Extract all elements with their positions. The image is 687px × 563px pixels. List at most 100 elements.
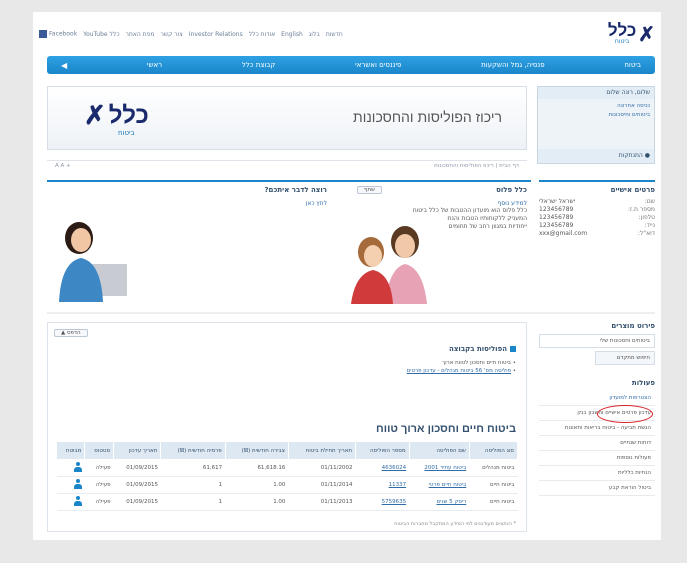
page-banner: ריכוז הפוליסות והחסכונות כלל ✗ ביטוח xyxy=(47,86,527,150)
table-cell-link[interactable]: 5759635 xyxy=(355,493,410,511)
personal-details: פרטים אישיים שם: ישראל ישראלי מספר ת.ז: 12… xyxy=(539,186,655,238)
top-link-contact[interactable]: צור קשר xyxy=(160,31,182,38)
sidebar-link-join[interactable]: הצטרפות למועדון xyxy=(539,391,655,406)
print-button[interactable]: הדפס ▲ xyxy=(54,329,88,337)
detail-value: 123456789 xyxy=(539,214,574,221)
contact-link[interactable]: לחץ כאן xyxy=(207,200,327,207)
promo-club-title: כלל פלוס xyxy=(496,186,527,194)
advanced-search-button[interactable]: חיפוש מתקדם xyxy=(595,351,655,365)
top-link-blog[interactable]: בלוג xyxy=(309,31,320,38)
top-link-english[interactable]: English xyxy=(281,31,303,38)
text-size-tools[interactable]: + A A xyxy=(55,163,71,170)
table-cell: פעילה xyxy=(84,493,114,511)
top-link-investors[interactable]: Investor Relations xyxy=(189,31,243,38)
table-cell: ביטוח חיים xyxy=(469,476,518,494)
promo-desc-line: כלל פלוס הוא מועדון ההטבות של כלל ביטוח xyxy=(412,207,527,214)
promo-contact-title: רוצה לדבר איתכם? xyxy=(264,186,327,194)
detail-row: מספר ת.ז: 123456789 xyxy=(539,206,655,214)
column-header[interactable]: תאריך עדכון xyxy=(113,441,162,460)
sidebar-link-more[interactable]: פעולות נוספות xyxy=(539,451,655,466)
column-header[interactable]: פרמיה חודשית (₪) xyxy=(160,441,226,460)
detail-value: ישראל ישראלי xyxy=(539,198,576,205)
table-cell-link[interactable]: ביטוח עתיד 2001 xyxy=(409,459,470,477)
insured-cell[interactable] xyxy=(56,493,85,511)
column-header[interactable]: תאריך תחילת ביטוח xyxy=(287,441,356,460)
column-header[interactable]: מספר הפוליסה xyxy=(354,441,410,460)
bullet-link: פוליסה מס' 56 ביטוח מנהלים - עדכון פרטים xyxy=(406,368,511,374)
user-box-body: כניסה אחרונה ביטוחים וחיסכונות xyxy=(538,99,654,123)
insured-cell[interactable] xyxy=(56,476,85,494)
table-cell: 01/09/2015 xyxy=(113,493,161,511)
site-logo[interactable]: ✗ כלל ביטוח xyxy=(608,22,655,47)
detail-label: מספר ת.ז: xyxy=(628,206,655,213)
girls-photo xyxy=(327,216,447,304)
top-bar: ✗ כלל ביטוח Facebook YouTube כלל מפת האת… xyxy=(33,18,661,48)
table-cell: 01/09/2015 xyxy=(113,459,161,477)
column-header[interactable]: מבוטח xyxy=(55,441,86,460)
column-header[interactable]: סוג הפוליסה xyxy=(468,441,519,460)
table-cell-link[interactable]: ביטוח חיים פרטי xyxy=(409,476,470,494)
table-cell: 01/11/2013 xyxy=(288,493,356,511)
personal-details-title: פרטים אישיים xyxy=(610,186,655,194)
detail-value: 123456789 xyxy=(539,222,574,229)
table-cell: 01/11/2002 xyxy=(288,459,356,477)
nav-item-group[interactable]: קבוצת כלל xyxy=(242,61,276,69)
top-link-sitemap[interactable]: מפת האתר xyxy=(126,31,155,38)
column-header[interactable]: סטטוס xyxy=(84,441,115,460)
facebook-link[interactable]: Facebook xyxy=(39,30,77,38)
policies-link[interactable]: ביטוחים וחיסכונות xyxy=(542,111,650,120)
bullet-item[interactable]: • פוליסה מס' 56 ביטוח מנהלים - עדכון פרט… xyxy=(407,367,516,375)
page-title: ריכוז הפוליסות והחסכונות xyxy=(353,109,502,125)
user-greeting: שלום, רונה שלום xyxy=(538,87,654,99)
divider xyxy=(47,180,531,182)
table-cell-link[interactable]: 4636024 xyxy=(355,459,410,477)
logout-label: התנתקות xyxy=(618,152,643,159)
sidebar-title: פירוט מוצרים xyxy=(611,322,655,330)
product-select[interactable]: ביטוחים וחסכונות שלי xyxy=(539,334,655,348)
table-cell: 01/11/2014 xyxy=(288,476,356,494)
table-cell: 1 xyxy=(160,493,226,511)
nav-item-insurance[interactable]: ביטוח xyxy=(624,61,641,69)
sidebar-link-claim[interactable]: הגשת תביעה - ביטוח בריאות ותאונות xyxy=(539,421,655,436)
sidebar-link-guidelines[interactable]: הנחיות כלליות xyxy=(539,466,655,481)
sidebar-link-cancel[interactable]: ביטול הוראת קבע xyxy=(539,481,655,496)
share-button[interactable]: שתף xyxy=(357,186,383,194)
table-cell: 1.00 xyxy=(225,476,289,494)
nav-item-main[interactable]: ראשי xyxy=(147,61,162,69)
detail-row: נייד: 123456789 xyxy=(539,222,655,230)
sidebar-link-reports[interactable]: דוחות שנתיים xyxy=(539,436,655,451)
detail-row: דוא"ל: xxx@gmail.com xyxy=(539,230,655,238)
table-cell: 01/09/2015 xyxy=(113,476,161,494)
bullet-item: • ביטוח חיים וחסכון לטווח ארוך xyxy=(442,360,516,366)
promo-contact: רוצה לדבר איתכם? לחץ כאן xyxy=(207,186,327,306)
highlight-circle xyxy=(597,405,653,423)
table-footnote: * הנתונים מעודכנים לפי המידע המתקבל מחבר… xyxy=(394,521,516,527)
table-cell-link[interactable]: ריסק 5 שנים xyxy=(409,493,470,511)
top-link-about[interactable]: אודות כלל xyxy=(249,31,275,38)
last-login-link[interactable]: כניסה אחרונה xyxy=(542,102,650,111)
detail-label: נייד: xyxy=(644,222,655,229)
breadcrumb[interactable]: דף הבית | ריכוז הפוליסות והחסכונות xyxy=(434,163,519,170)
promo-club-header: כלל פלוס שתף xyxy=(357,186,527,194)
promo-area: כלל פלוס שתף למידע נוסף כלל פלוס הוא מוע… xyxy=(47,186,527,306)
home-icon[interactable]: ◀ xyxy=(61,61,67,70)
banner-logo-text: כלל xyxy=(108,102,149,129)
breadcrumb-bar: דף הבית | ריכוז הפוליסות והחסכונות + A A xyxy=(47,160,527,172)
column-header[interactable]: שם הפוליסה xyxy=(408,441,470,460)
logout-button[interactable]: ● התנתקות xyxy=(538,149,654,163)
banner-logo-mark: ✗ xyxy=(84,101,106,131)
nav-item-finance[interactable]: פיננסים ואשראי xyxy=(355,61,401,69)
promo-club-link[interactable]: למידע נוסף xyxy=(357,200,527,207)
detail-row: שם: ישראל ישראלי xyxy=(539,198,655,206)
policy-bullets: • ביטוח חיים וחסכון לטווח ארוך • פוליסה … xyxy=(407,359,516,375)
top-links: Facebook YouTube כלל מפת האתר צור קשר In… xyxy=(39,30,343,38)
top-link-news[interactable]: חדשות xyxy=(326,31,343,38)
nav-item-pension[interactable]: פנסיה, גמל והשקעות xyxy=(481,61,544,69)
person-icon xyxy=(73,496,82,506)
table-row: ביטוח חיים ריסק 5 שנים 5759635 01/11/201… xyxy=(56,493,518,511)
insured-cell[interactable] xyxy=(56,459,85,477)
column-header[interactable]: צבירה חודשית (₪) xyxy=(224,441,289,460)
table-cell-link[interactable]: 11337 xyxy=(355,476,410,494)
youtube-link[interactable]: YouTube כלל xyxy=(83,31,119,38)
person-icon xyxy=(73,462,82,472)
